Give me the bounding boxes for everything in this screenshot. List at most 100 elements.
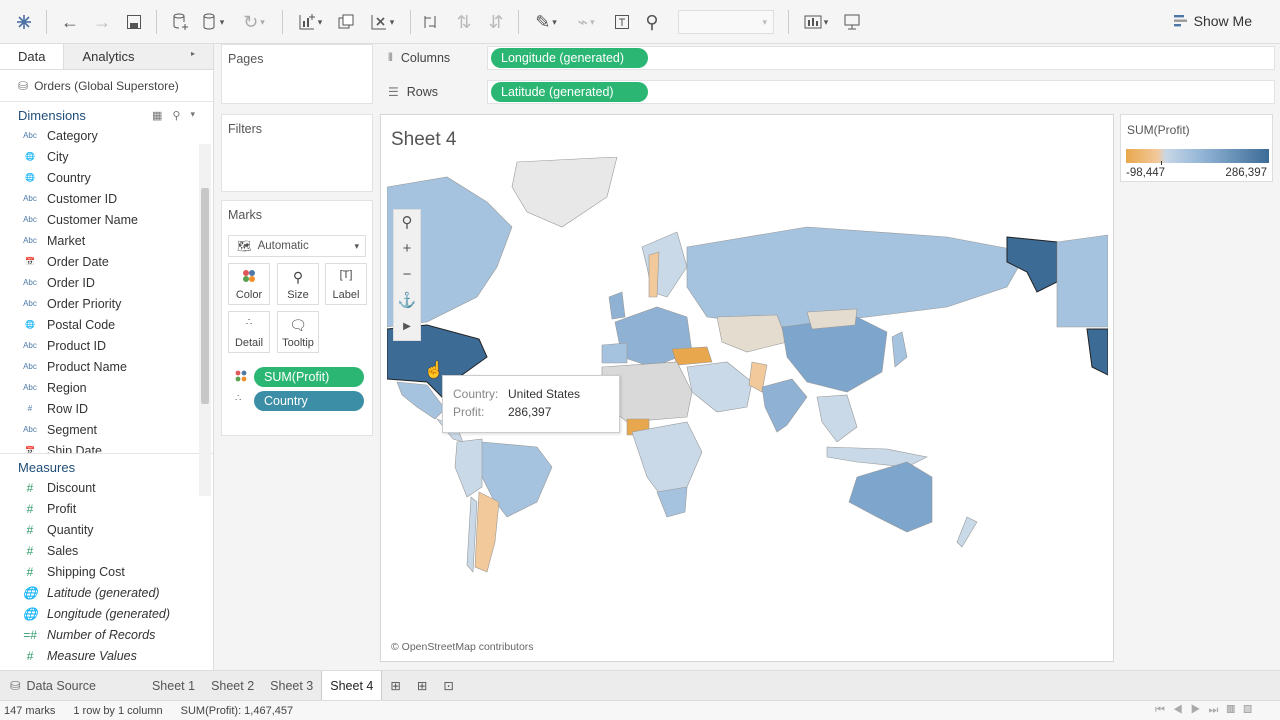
status-marks: 147 marks bbox=[4, 704, 56, 717]
refresh-icon[interactable]: ↻ ▾ bbox=[236, 10, 272, 34]
new-worksheet-tab-icon[interactable]: ⊞ bbox=[382, 671, 408, 701]
dimension-item[interactable]: # Row ID bbox=[0, 398, 213, 419]
country-us-east-wrap bbox=[1086, 328, 1108, 376]
dimension-item[interactable]: Abc Order Priority bbox=[0, 293, 213, 314]
dimensions-menu-icon[interactable]: ▾ bbox=[190, 109, 195, 122]
new-datasource-icon[interactable] bbox=[168, 10, 192, 34]
measure-item[interactable]: # Sales bbox=[0, 540, 213, 561]
new-dashboard-tab-icon[interactable]: ⊞ bbox=[409, 671, 435, 701]
pause-updates-icon[interactable]: ▾ bbox=[198, 10, 228, 34]
zoom-out-icon[interactable]: − bbox=[394, 262, 420, 288]
dimension-label: Market bbox=[47, 233, 86, 248]
sheet-title[interactable]: Sheet 4 bbox=[391, 129, 457, 151]
size-button[interactable]: ⚲ Size bbox=[277, 263, 319, 305]
pages-card[interactable]: Pages bbox=[221, 44, 373, 104]
tooltip-icon: 🗨 bbox=[289, 317, 307, 333]
label-button[interactable]: [T] Label bbox=[325, 263, 367, 305]
measures-list: # Discount # Profit # Quantity # Sales # Shipping… bbox=[0, 477, 213, 666]
country-russia bbox=[686, 226, 1028, 328]
measure-item[interactable]: =# Number of Records bbox=[0, 624, 213, 645]
dimension-item[interactable]: Abc Segment bbox=[0, 419, 213, 440]
measure-item[interactable]: # Quantity bbox=[0, 519, 213, 540]
tab-sheet-3[interactable]: Sheet 3 bbox=[262, 671, 321, 701]
country-uk bbox=[608, 291, 626, 320]
dimension-item[interactable]: Abc Order ID bbox=[0, 272, 213, 293]
dimension-item[interactable]: Abc Category bbox=[0, 125, 213, 146]
country-indonesia bbox=[826, 446, 928, 468]
tableau-logo-icon[interactable] bbox=[14, 10, 34, 34]
dimension-item[interactable]: 🌐 City bbox=[0, 146, 213, 167]
undo-icon[interactable]: ← bbox=[58, 10, 82, 34]
redo-icon[interactable]: → bbox=[90, 10, 114, 34]
tab-analytics[interactable]: Analytics ▸ bbox=[64, 44, 213, 69]
mark-type-dropdown[interactable]: 🗺 Automatic ▾ bbox=[228, 235, 366, 257]
save-icon[interactable] bbox=[122, 10, 146, 34]
dimension-type-icon: Abc bbox=[23, 131, 37, 140]
dimension-item[interactable]: 📅 Order Date bbox=[0, 251, 213, 272]
search-map-icon[interactable]: ⚲ bbox=[394, 210, 420, 236]
duplicate-sheet-icon[interactable] bbox=[334, 10, 358, 34]
new-worksheet-icon[interactable]: ▾ bbox=[292, 10, 328, 34]
measure-label: Sales bbox=[47, 543, 79, 558]
expand-toolbar-icon[interactable]: ▶ bbox=[394, 314, 420, 340]
view-data-icon[interactable]: ▦ bbox=[152, 109, 162, 122]
color-button[interactable]: Color bbox=[228, 263, 270, 305]
datasource-icon: ⛁ bbox=[18, 78, 29, 93]
search-icon[interactable]: ⚲ bbox=[172, 109, 180, 122]
pill-sum-profit[interactable]: SUM(Profit) bbox=[254, 367, 364, 387]
dimension-item[interactable]: 🌐 Country bbox=[0, 167, 213, 188]
tab-sheet-1[interactable]: Sheet 1 bbox=[144, 671, 203, 701]
datasource-item[interactable]: ⛁ Orders (Global Superstore) bbox=[0, 70, 213, 102]
fix-axes-icon[interactable]: ⚲ bbox=[640, 10, 664, 34]
dimension-item[interactable]: Abc Product Name bbox=[0, 356, 213, 377]
show-cards-icon[interactable]: ▾ bbox=[798, 10, 834, 34]
filters-card[interactable]: Filters bbox=[221, 114, 373, 192]
measure-item[interactable]: 🌐 Longitude (generated) bbox=[0, 603, 213, 624]
dimension-item[interactable]: Abc Market bbox=[0, 230, 213, 251]
clear-sheet-icon[interactable]: ▾ bbox=[364, 10, 400, 34]
swap-axes-icon[interactable] bbox=[418, 10, 442, 34]
dimension-label: Customer Name bbox=[47, 212, 138, 227]
pill-longitude[interactable]: Longitude (generated) bbox=[491, 48, 648, 68]
dimension-item[interactable]: Abc Region bbox=[0, 377, 213, 398]
highlight-icon[interactable]: ✎ ▾ bbox=[528, 10, 564, 34]
status-dimensions: 1 row by 1 column bbox=[73, 704, 163, 717]
tab-sheet-2[interactable]: Sheet 2 bbox=[203, 671, 262, 701]
pin-icon[interactable]: ⚓ bbox=[394, 288, 420, 314]
dimensions-scrollbar[interactable] bbox=[199, 144, 211, 496]
tab-sheet-4[interactable]: Sheet 4 bbox=[321, 670, 383, 701]
fit-dropdown[interactable]: ▾ bbox=[678, 10, 774, 34]
measure-item[interactable]: # Profit bbox=[0, 498, 213, 519]
status-bar: 147 marks 1 row by 1 column SUM(Profit):… bbox=[0, 700, 1280, 720]
chevron-down-icon: ▾ bbox=[354, 240, 359, 251]
dimension-item[interactable]: 🌐 Postal Code bbox=[0, 314, 213, 335]
measure-item[interactable]: # Discount bbox=[0, 477, 213, 498]
sort-ascending-icon[interactable]: ⇅ bbox=[452, 10, 476, 34]
dimension-item[interactable]: 📅 Ship Date bbox=[0, 440, 213, 454]
color-legend[interactable]: SUM(Profit) -98,447 286,397 bbox=[1120, 114, 1273, 182]
detail-button[interactable]: ∴ Detail bbox=[228, 311, 270, 353]
show-me-button[interactable]: Show Me bbox=[1173, 13, 1252, 29]
dimension-item[interactable]: Abc Customer Name bbox=[0, 209, 213, 230]
new-story-tab-icon[interactable]: ⊡ bbox=[435, 671, 461, 701]
dimension-type-icon: Abc bbox=[23, 215, 37, 224]
show-mark-labels-icon[interactable] bbox=[610, 10, 634, 34]
dimension-item[interactable]: Abc Product ID bbox=[0, 335, 213, 356]
presentation-mode-icon[interactable] bbox=[840, 10, 864, 34]
tab-data[interactable]: Data bbox=[0, 44, 65, 69]
zoom-in-icon[interactable]: + bbox=[394, 236, 420, 262]
pill-latitude[interactable]: Latitude (generated) bbox=[491, 82, 648, 102]
tooltip-button[interactable]: 🗨 Tooltip bbox=[277, 311, 319, 353]
pill-country[interactable]: Country bbox=[254, 391, 364, 411]
measure-item[interactable]: # Measure Values bbox=[0, 645, 213, 666]
data-source-tab[interactable]: ⛁ Data Source bbox=[0, 671, 104, 701]
marks-card: Marks 🗺 Automatic ▾ Color ⚲ Size [T] Lab… bbox=[221, 200, 373, 436]
measure-item[interactable]: # Shipping Cost bbox=[0, 561, 213, 582]
dimension-item[interactable]: Abc Customer ID bbox=[0, 188, 213, 209]
group-members-icon[interactable]: ⌁ ▾ bbox=[568, 10, 604, 34]
measure-item[interactable]: 🌐 Latitude (generated) bbox=[0, 582, 213, 603]
measure-label: Discount bbox=[47, 480, 96, 495]
country-alaska bbox=[1006, 236, 1058, 293]
sheet-navigation-icons[interactable]: ⏮◀▶⏭▦▤ bbox=[1155, 704, 1260, 717]
sort-descending-icon[interactable]: ⇵ bbox=[484, 10, 508, 34]
